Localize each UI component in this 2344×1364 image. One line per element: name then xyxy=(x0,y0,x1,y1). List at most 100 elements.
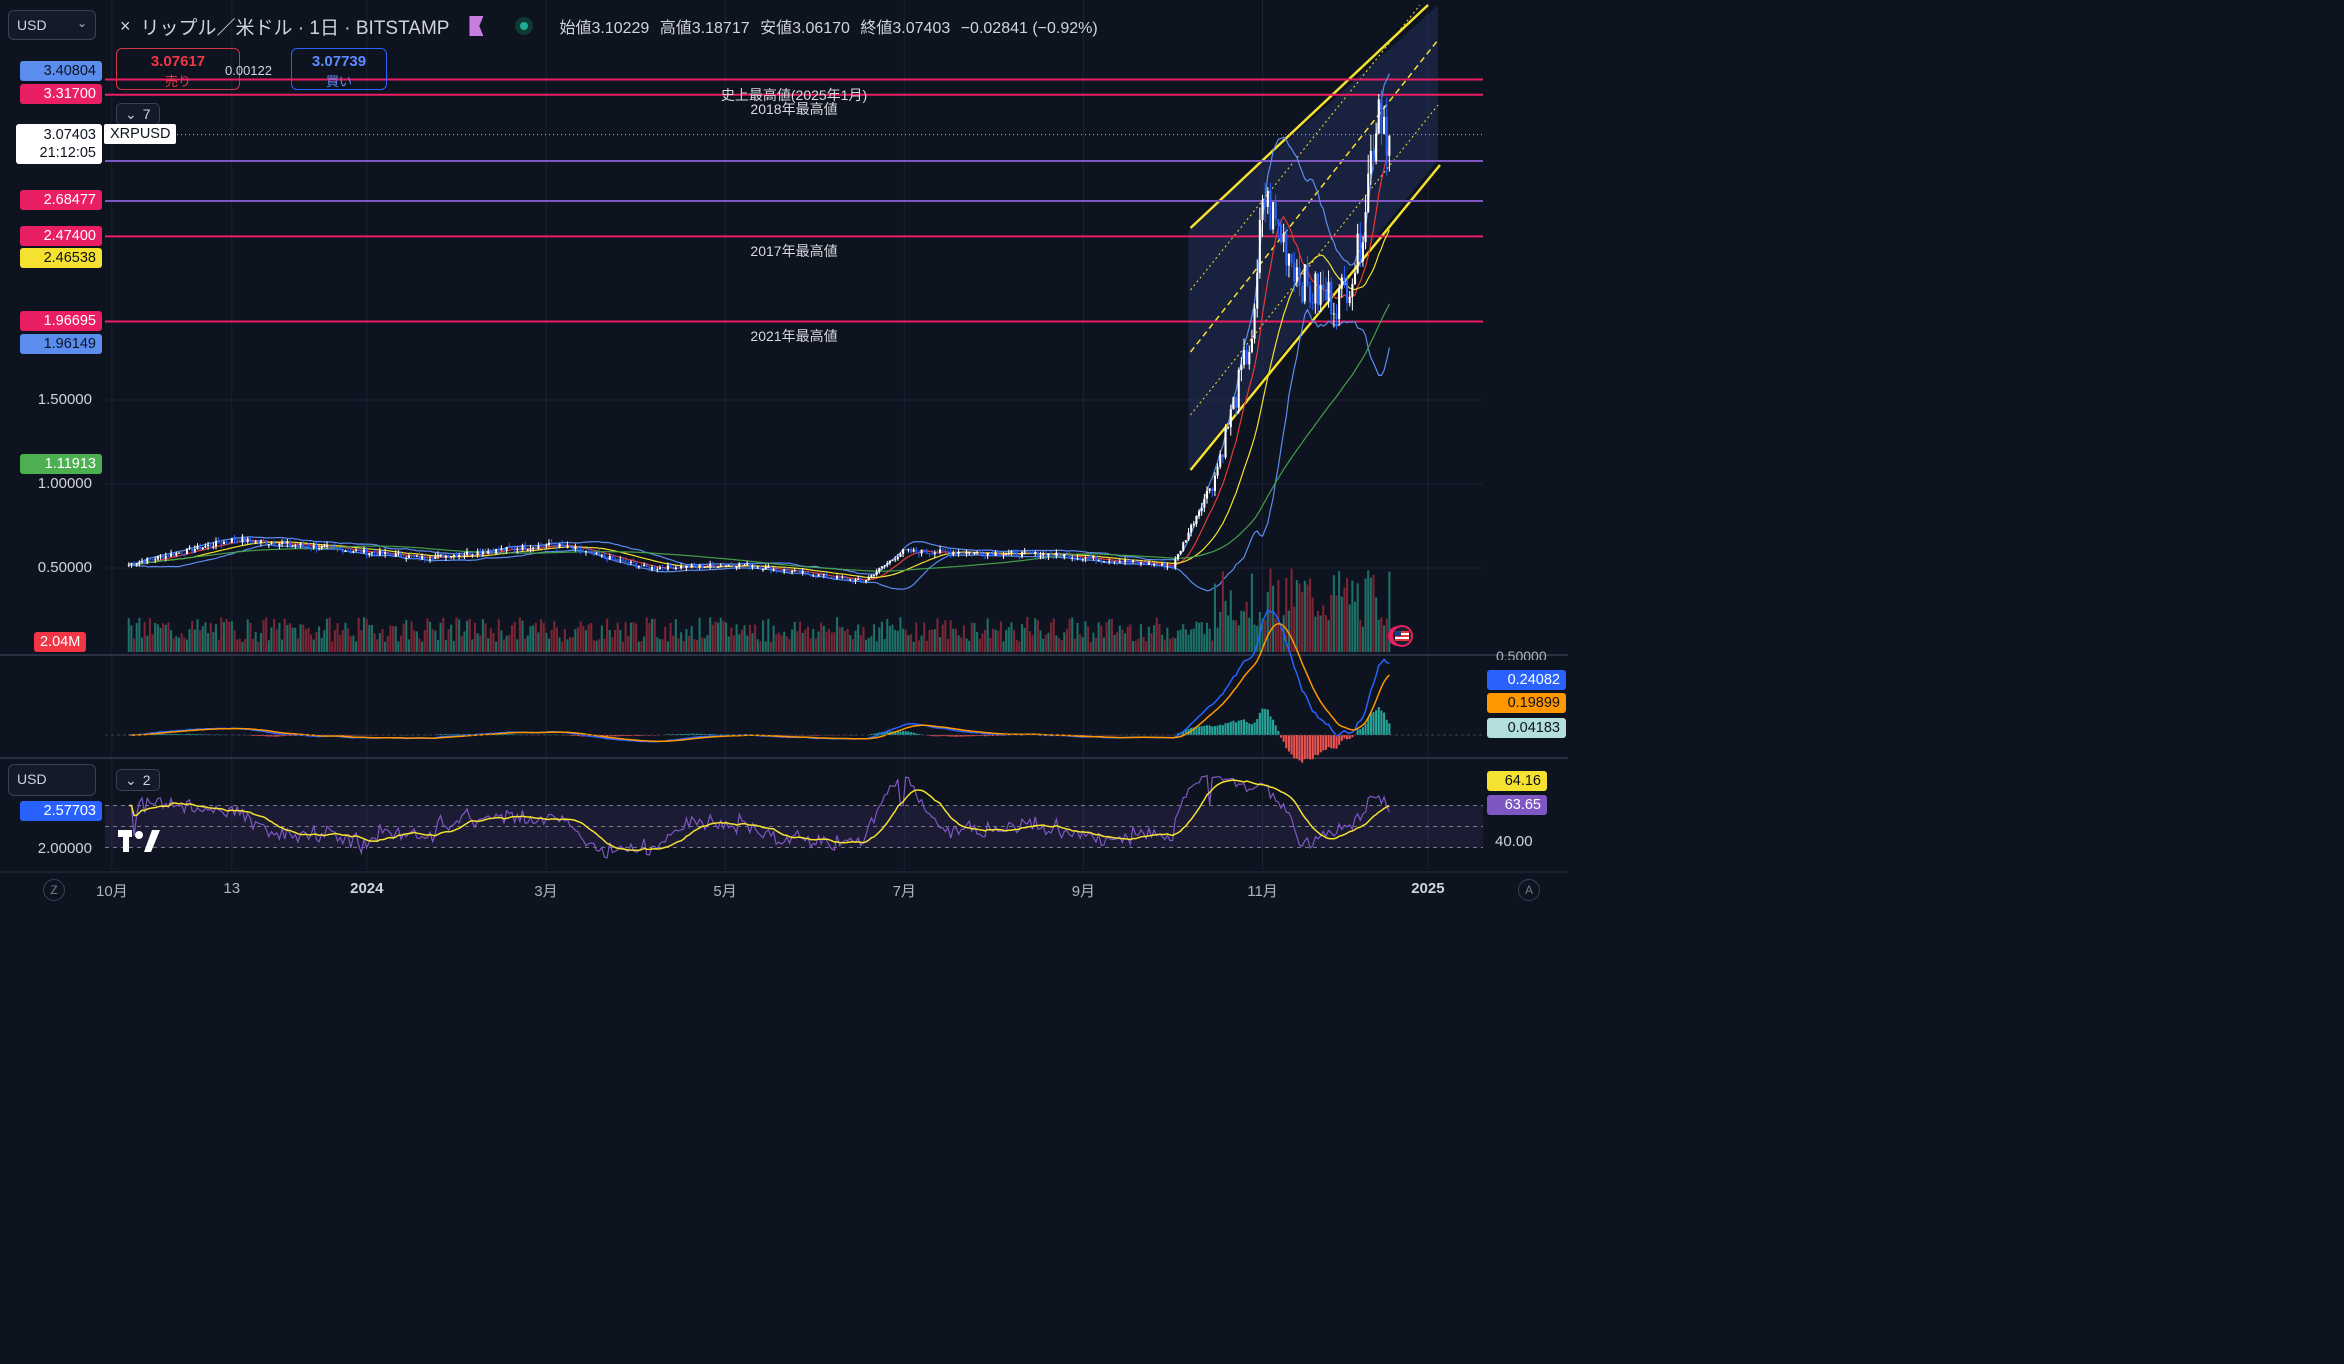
histogram-bar xyxy=(1340,735,1343,741)
candle xyxy=(526,549,529,551)
market-status-icon[interactable] xyxy=(515,17,534,35)
histogram-bar xyxy=(1309,735,1312,760)
rsi-indicators-toggle[interactable]: ⌄ 2 xyxy=(116,769,160,791)
volume-bar xyxy=(830,632,833,652)
candle xyxy=(1052,555,1055,557)
candle xyxy=(1324,289,1327,301)
volume-bar xyxy=(600,625,603,652)
time-axis-label: 3月 xyxy=(534,883,558,900)
volume-bar xyxy=(323,630,326,652)
candle xyxy=(1073,557,1076,559)
candle xyxy=(666,565,669,570)
spread-value: 0.00122 xyxy=(225,63,272,78)
volume-bar xyxy=(376,639,379,652)
candle xyxy=(960,552,963,554)
candle xyxy=(249,538,252,542)
volume-bar xyxy=(730,627,733,652)
candle xyxy=(989,553,992,555)
volume-bar xyxy=(156,624,159,652)
sell-button[interactable]: 3.07617 売り xyxy=(116,48,240,90)
volume-bar xyxy=(854,630,857,652)
candle xyxy=(299,543,302,546)
volume-bar xyxy=(360,630,363,652)
candle xyxy=(777,570,780,572)
auto-scale-button[interactable]: A xyxy=(1518,879,1540,901)
histogram-bar xyxy=(912,732,915,735)
candle xyxy=(923,549,926,553)
histogram-bar xyxy=(1330,735,1333,749)
histogram-bar xyxy=(1293,735,1296,759)
volume-bar xyxy=(1351,580,1354,652)
volume-bar xyxy=(783,631,786,652)
buy-button[interactable]: 3.07739 買い xyxy=(291,48,387,90)
volume-bar xyxy=(450,624,453,652)
histogram-bar xyxy=(444,734,447,735)
candle xyxy=(592,551,595,555)
volume-bar xyxy=(1081,637,1084,652)
candle xyxy=(653,567,656,570)
volume-bar xyxy=(442,617,445,652)
symbol-title[interactable]: リップル／米ドル · 1日 · BITSTAMP xyxy=(141,13,450,40)
histogram-bar xyxy=(714,734,717,735)
volume-bar xyxy=(1383,625,1386,652)
volume-bar xyxy=(1126,626,1129,652)
rsi-currency-select[interactable]: USD xyxy=(8,764,96,796)
volume-bar xyxy=(888,625,891,652)
volume-bar xyxy=(743,625,746,652)
candle xyxy=(1002,554,1005,556)
volume-bar xyxy=(1063,632,1066,652)
candle xyxy=(991,553,994,556)
candle xyxy=(307,546,310,548)
volume-bar xyxy=(983,630,987,652)
candle xyxy=(1377,99,1380,134)
candle xyxy=(791,571,794,573)
candle xyxy=(759,567,762,570)
candle xyxy=(748,563,751,568)
volume-bar xyxy=(505,635,508,652)
currency-select[interactable]: USD ⌄ xyxy=(8,10,96,40)
histogram-bar xyxy=(896,731,899,735)
price-tag: 3.31700 xyxy=(20,84,102,104)
volume-bar xyxy=(569,637,572,652)
volume-bar xyxy=(896,630,899,652)
candle xyxy=(436,554,440,557)
candle xyxy=(1007,552,1010,554)
histogram-bar xyxy=(1290,735,1293,755)
flag-icon[interactable] xyxy=(469,16,484,36)
volume-bar xyxy=(587,624,590,652)
volume-bar xyxy=(1039,630,1042,652)
economic-event-icon[interactable] xyxy=(1386,624,1416,648)
volume-bar xyxy=(872,624,876,652)
volume-bar xyxy=(621,641,625,652)
price-axis-label: 0.50000 xyxy=(37,559,92,576)
candle xyxy=(613,558,617,560)
candle xyxy=(1166,565,1169,568)
close-icon[interactable]: × xyxy=(120,16,131,37)
price-chart[interactable] xyxy=(0,0,1568,912)
volume-bar xyxy=(315,631,318,652)
histogram-bar xyxy=(1383,712,1386,735)
histogram-bar xyxy=(1211,726,1214,735)
volume-bar xyxy=(1279,627,1283,652)
candle xyxy=(177,552,181,554)
volume-tag: 2.04M xyxy=(34,632,87,652)
candle xyxy=(843,577,847,579)
volume-bar xyxy=(516,639,519,652)
candle xyxy=(875,571,878,575)
histogram-bar xyxy=(1332,735,1335,749)
candle xyxy=(492,551,495,554)
volume-bar xyxy=(915,622,918,652)
candle xyxy=(740,563,743,565)
volume-bar xyxy=(1367,570,1370,652)
zoom-button[interactable]: Z xyxy=(43,879,65,901)
candle xyxy=(529,548,532,550)
indicators-toggle[interactable]: ⌄ 7 xyxy=(116,103,160,125)
volume-bar xyxy=(188,629,191,652)
volume-bar xyxy=(920,635,923,652)
candle xyxy=(1346,280,1349,304)
volume-bar xyxy=(849,634,852,652)
candle xyxy=(1282,233,1285,243)
candle xyxy=(579,548,582,552)
volume-bar xyxy=(278,622,281,652)
volume-bar xyxy=(236,639,239,652)
